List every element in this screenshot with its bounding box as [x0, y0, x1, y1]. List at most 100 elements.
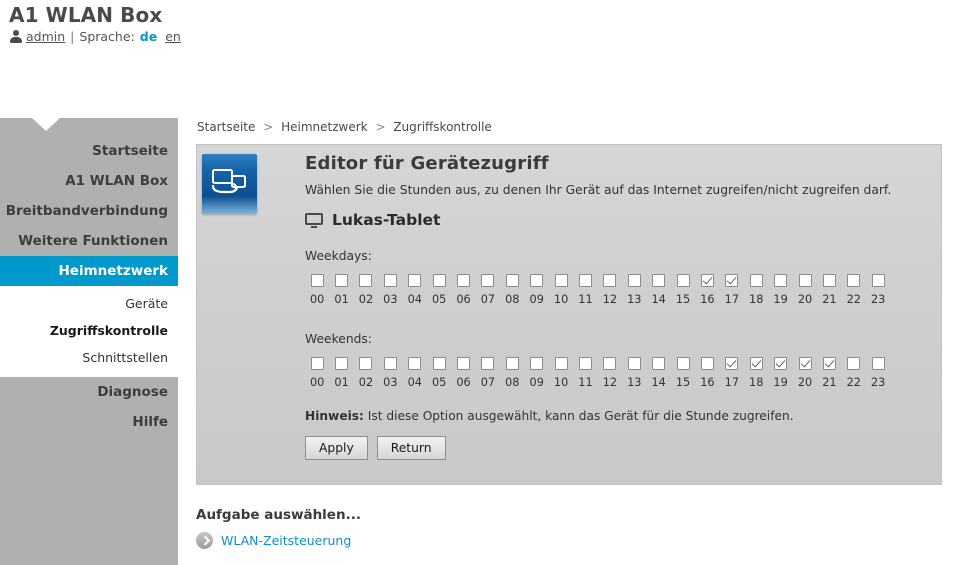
weekdays-checkbox-09[interactable]	[530, 274, 544, 287]
weekdays-checkbox-20[interactable]	[798, 274, 812, 287]
weekdays-checkbox-02[interactable]	[359, 274, 373, 287]
weekdays-checkbox-06[interactable]	[457, 274, 471, 287]
weekends-checkbox-13[interactable]	[627, 357, 641, 370]
sidebar: Startseite A1 WLAN Box Breitbandverbindu…	[0, 118, 178, 565]
weekdays-checkbox-01[interactable]	[335, 274, 349, 287]
weekends-checkbox-19[interactable]	[774, 357, 788, 370]
weekends-checkbox-12[interactable]	[603, 357, 617, 370]
weekdays-checkbox-18[interactable]	[749, 274, 763, 287]
weekends-checkbox-20[interactable]	[798, 357, 812, 370]
weekends-cell-03: 03	[378, 357, 402, 389]
weekends-checkbox-03[interactable]	[383, 357, 397, 370]
apply-button[interactable]: Apply	[305, 436, 368, 461]
weekends-checkbox-08[interactable]	[505, 357, 519, 370]
weekdays-checkbox-08[interactable]	[505, 274, 519, 287]
weekdays-cell-17: 17	[720, 274, 744, 306]
weekdays-hour-label-13: 13	[627, 293, 642, 306]
weekends-checkbox-00[interactable]	[310, 357, 324, 370]
weekdays-checkbox-00[interactable]	[310, 274, 324, 287]
weekends-checkbox-17[interactable]	[725, 357, 739, 370]
weekdays-checkbox-17[interactable]	[725, 274, 739, 287]
weekends-checkbox-16[interactable]	[700, 357, 714, 370]
page-root: A1 WLAN Box admin | Sprache: de en Start…	[0, 0, 955, 565]
weekends-hour-label-10: 10	[553, 376, 569, 389]
user-link[interactable]: admin	[26, 29, 65, 44]
weekends-hour-label-09: 09	[529, 376, 544, 389]
breadcrumb-item-1[interactable]: Heimnetzwerk	[281, 120, 368, 134]
weekends-hour-label-20: 20	[797, 376, 813, 389]
sidebar-item-weitere-funktionen[interactable]: Weitere Funktionen	[0, 226, 178, 256]
sidebar-subitem-geraete[interactable]: Geräte	[0, 290, 178, 317]
sidebar-item-diagnose[interactable]: Diagnose	[0, 377, 178, 407]
weekends-checkbox-14[interactable]	[652, 357, 666, 370]
weekdays-checkbox-22[interactable]	[847, 274, 861, 287]
weekends-checkbox-01[interactable]	[335, 357, 349, 370]
weekends-cell-09: 09	[525, 357, 549, 389]
sidebar-item-a1-wlan-box[interactable]: A1 WLAN Box	[0, 166, 178, 196]
weekends-checkbox-10[interactable]	[554, 357, 568, 370]
weekdays-checkbox-15[interactable]	[676, 274, 690, 287]
weekends-checkbox-22[interactable]	[847, 357, 861, 370]
weekdays-hour-label-00: 00	[310, 293, 325, 306]
device-row: Lukas-Tablet	[305, 211, 931, 229]
weekdays-checkbox-03[interactable]	[383, 274, 397, 287]
sidebar-subitem-zugriffskontrolle[interactable]: Zugriffskontrolle	[0, 317, 178, 344]
weekdays-hour-label-07: 07	[480, 293, 496, 306]
weekdays-checkbox-07[interactable]	[481, 274, 495, 287]
weekends-checkbox-21[interactable]	[822, 357, 836, 370]
weekends-hour-label-00: 00	[310, 376, 325, 389]
breadcrumb-item-2: Zugriffskontrolle	[393, 120, 492, 134]
sidebar-item-heimnetzwerk[interactable]: Heimnetzwerk	[0, 256, 178, 286]
language-de-link[interactable]: de	[140, 29, 157, 44]
task-section-title: Aufgabe auswählen...	[196, 507, 361, 523]
weekdays-cell-18: 18	[744, 274, 768, 306]
return-button[interactable]: Return	[376, 436, 446, 461]
weekdays-hour-label-09: 09	[529, 293, 544, 306]
panel-body: Editor für Gerätezugriff Wählen Sie die …	[305, 153, 931, 461]
weekdays-checkbox-14[interactable]	[652, 274, 666, 287]
chevron-right-circle-icon[interactable]	[196, 532, 213, 549]
weekdays-checkbox-21[interactable]	[822, 274, 836, 287]
weekends-checkbox-07[interactable]	[481, 357, 495, 370]
weekdays-cell-14: 14	[646, 274, 670, 306]
weekends-checkbox-04[interactable]	[408, 357, 422, 370]
sidebar-item-breitbandverbindung[interactable]: Breitbandverbindung	[0, 196, 178, 226]
weekdays-checkbox-16[interactable]	[700, 274, 714, 287]
weekdays-checkbox-23[interactable]	[871, 274, 885, 287]
weekdays-checkbox-12[interactable]	[603, 274, 617, 287]
weekends-hour-label-06: 06	[456, 376, 471, 389]
weekdays-hour-label-15: 15	[675, 293, 691, 306]
weekdays-cell-04: 04	[403, 274, 427, 306]
weekdays-hour-label-05: 05	[431, 293, 447, 306]
weekends-cell-23: 23	[866, 357, 890, 389]
sidebar-item-hilfe[interactable]: Hilfe	[0, 407, 178, 437]
weekends-checkbox-23[interactable]	[871, 357, 885, 370]
weekends-checkbox-11[interactable]	[578, 357, 592, 370]
weekdays-checkbox-04[interactable]	[408, 274, 422, 287]
sidebar-subitem-schnittstellen[interactable]: Schnittstellen	[0, 344, 178, 371]
weekends-checkbox-02[interactable]	[359, 357, 373, 370]
weekends-checkbox-05[interactable]	[432, 357, 446, 370]
task-section: Aufgabe auswählen... WLAN-Zeitsteuerung	[196, 507, 942, 549]
weekends-cell-22: 22	[842, 357, 866, 389]
weekends-checkbox-18[interactable]	[749, 357, 763, 370]
weekdays-checkbox-05[interactable]	[432, 274, 446, 287]
weekends-hour-label-19: 19	[773, 376, 788, 389]
button-row: Apply Return	[305, 436, 931, 461]
language-en-link[interactable]: en	[165, 29, 181, 44]
weekends-checkbox-15[interactable]	[676, 357, 690, 370]
weekdays-checkbox-13[interactable]	[627, 274, 641, 287]
breadcrumb-item-0[interactable]: Startseite	[197, 120, 255, 134]
wlan-zeitsteuerung-link[interactable]: WLAN-Zeitsteuerung	[221, 533, 351, 548]
weekdays-checkbox-10[interactable]	[554, 274, 568, 287]
weekdays-hour-label-08: 08	[505, 293, 520, 306]
weekends-checkbox-06[interactable]	[457, 357, 471, 370]
weekends-checkbox-09[interactable]	[530, 357, 544, 370]
weekdays-checkbox-11[interactable]	[578, 274, 592, 287]
weekends-cell-07: 07	[476, 357, 500, 389]
sidebar-item-startseite[interactable]: Startseite	[0, 136, 178, 166]
task-link-row[interactable]: WLAN-Zeitsteuerung	[196, 532, 942, 549]
weekdays-checkbox-19[interactable]	[774, 274, 788, 287]
page-title: Editor für Gerätezugriff	[305, 153, 549, 174]
weekends-hour-label-23: 23	[870, 376, 886, 389]
